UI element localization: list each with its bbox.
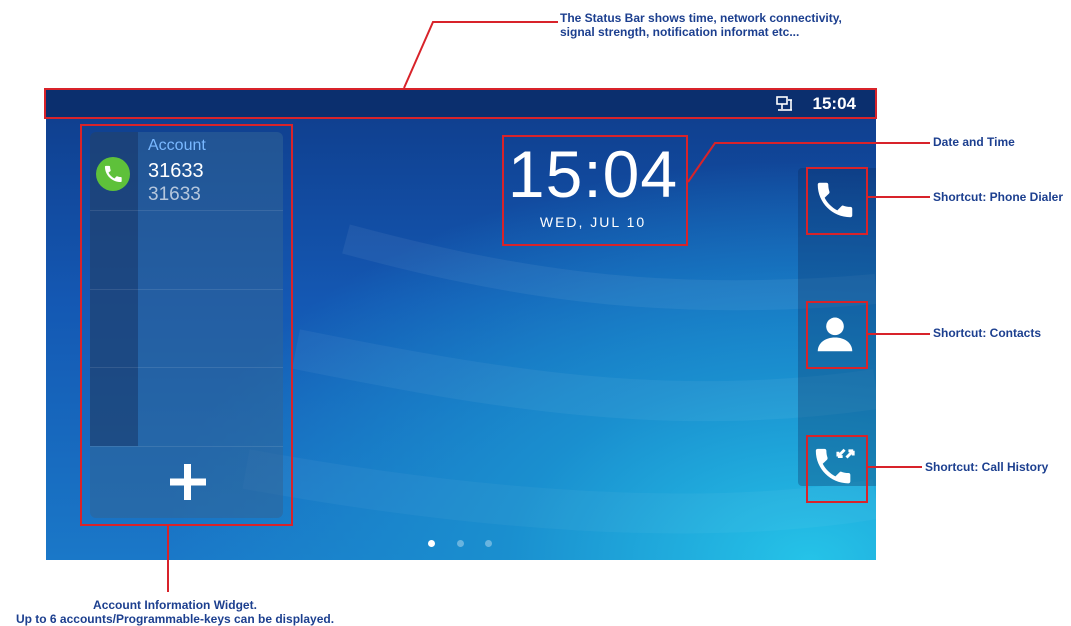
phone-dialer-highlight	[806, 167, 868, 235]
date-time-annotation: Date and Time	[933, 135, 1015, 149]
contacts-highlight	[806, 301, 868, 369]
status-bar-highlight	[44, 88, 877, 119]
page-indicator-dot-active[interactable]	[428, 540, 435, 547]
account-widget-annotation-line2: Up to 6 accounts/Programmable-keys can b…	[15, 612, 335, 626]
status-bar-annotation-line1: The Status Bar shows time, network conne…	[560, 11, 842, 25]
status-bar-annotation: The Status Bar shows time, network conne…	[560, 11, 842, 39]
call-history-highlight	[806, 435, 868, 503]
call-history-annotation: Shortcut: Call History	[925, 460, 1049, 474]
contacts-annotation: Shortcut: Contacts	[933, 326, 1041, 340]
page-indicator-dot[interactable]	[485, 540, 492, 547]
date-time-highlight	[502, 135, 688, 246]
page-indicator-dot[interactable]	[457, 540, 464, 547]
status-bar-leader	[403, 21, 558, 89]
status-bar-annotation-line2: signal strength, notification informat e…	[560, 25, 800, 39]
account-widget-highlight	[80, 124, 293, 526]
account-widget-annotation: Account Information Widget. Up to 6 acco…	[0, 598, 350, 626]
phone-dialer-annotation: Shortcut: Phone Dialer	[933, 190, 1064, 204]
account-widget-annotation-line1: Account Information Widget.	[93, 598, 257, 612]
